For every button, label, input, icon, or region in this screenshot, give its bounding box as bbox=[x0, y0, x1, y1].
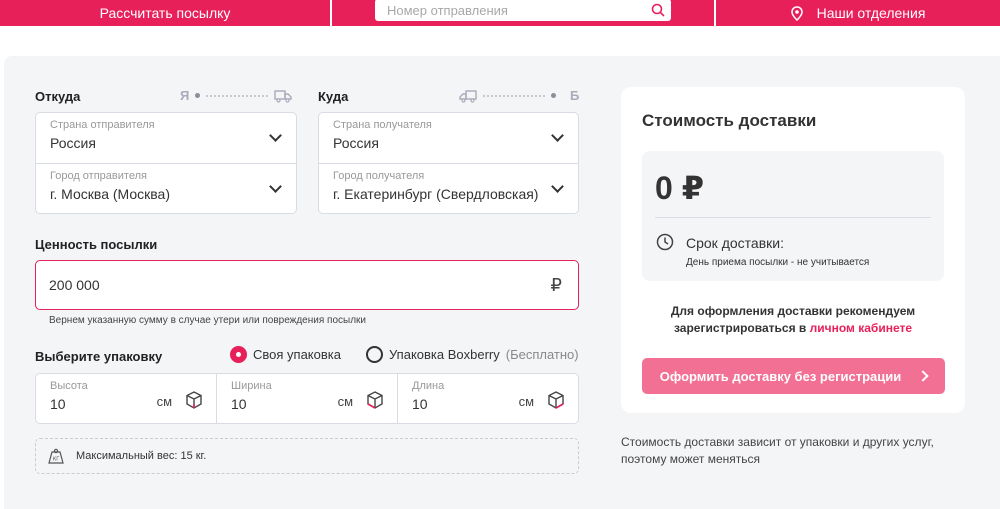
width-value: 10 bbox=[231, 396, 247, 412]
truck-icon bbox=[274, 89, 293, 103]
tracking-search-cell bbox=[332, 0, 716, 26]
width-input[interactable]: Ширина 10 см bbox=[216, 374, 397, 423]
recipient-country-select[interactable]: Страна получателя Россия bbox=[319, 113, 578, 163]
sender-city-select[interactable]: Город отправителя г. Москва (Москва) bbox=[36, 163, 296, 213]
sender-city-value: г. Москва (Москва) bbox=[50, 186, 170, 202]
from-route-indicator: Я bbox=[180, 88, 293, 103]
radio-own-packaging-label: Своя упаковка bbox=[253, 347, 341, 362]
length-label: Длина bbox=[412, 380, 445, 392]
radio-boxberry-packaging-label: Упаковка Boxberry bbox=[389, 347, 500, 362]
height-input[interactable]: Высота 10 см bbox=[36, 374, 216, 423]
sender-country-value: Россия bbox=[50, 135, 96, 151]
search-icon[interactable] bbox=[651, 3, 665, 17]
dimensions-fields: Высота 10 см Ширина 10 см Длина 10 см bbox=[35, 373, 579, 424]
delivery-term-note: День приема посылки - не учитывается bbox=[686, 257, 870, 268]
route-dot bbox=[195, 93, 201, 98]
order-button-label: Оформить доставку без регистрации bbox=[659, 368, 902, 384]
packaging-label: Выберите упаковку bbox=[35, 349, 163, 364]
recipient-city-select[interactable]: Город получателя г. Екатеринбург (Свердл… bbox=[319, 163, 578, 213]
route-end-letter: Б bbox=[570, 88, 580, 103]
our-offices-link[interactable]: Наши отделения bbox=[716, 0, 1000, 26]
calculate-parcel-link[interactable]: Рассчитать посылку bbox=[0, 0, 332, 26]
max-weight-text: Максимальный вес: 15 кг. bbox=[76, 450, 207, 462]
sender-country-label: Страна отправителя bbox=[50, 119, 155, 131]
parcel-value-input[interactable]: 200 000 ₽ bbox=[35, 260, 579, 310]
clock-icon bbox=[656, 233, 674, 251]
truck-icon bbox=[459, 89, 477, 103]
location-pin-icon bbox=[790, 5, 803, 21]
from-label: Откуда bbox=[35, 89, 81, 104]
box-icon bbox=[548, 391, 564, 409]
radio-boxberry-packaging[interactable]: Упаковка Boxberry (Бесплатно) bbox=[366, 346, 579, 363]
chevron-right-icon bbox=[917, 370, 929, 382]
box-icon bbox=[186, 391, 202, 409]
radio-unchecked-icon bbox=[366, 346, 383, 363]
personal-account-link[interactable]: личном кабинете bbox=[810, 321, 912, 335]
width-label: Ширина bbox=[231, 380, 272, 392]
parcel-value-label: Ценность посылки bbox=[35, 237, 158, 252]
cost-disclaimer: Стоимость доставки зависит от упаковки и… bbox=[621, 435, 934, 466]
length-input[interactable]: Длина 10 см bbox=[397, 374, 578, 423]
tracking-search-box bbox=[375, 0, 671, 21]
to-label: Куда bbox=[318, 89, 349, 104]
delivery-cost-summary: 0 ₽ Срок доставки: День приема посылки -… bbox=[642, 151, 944, 281]
route-dot bbox=[551, 93, 556, 98]
length-unit: см bbox=[518, 394, 534, 409]
height-value: 10 bbox=[50, 396, 66, 412]
radio-boxberry-note: (Бесплатно) bbox=[505, 347, 579, 362]
radio-own-packaging[interactable]: Своя упаковка bbox=[230, 346, 341, 363]
route-start-letter: Я bbox=[180, 88, 190, 103]
radio-checked-icon bbox=[230, 346, 247, 363]
route-dotted-line bbox=[483, 94, 545, 97]
recipient-city-label: Город получателя bbox=[333, 170, 425, 182]
divider bbox=[655, 217, 931, 218]
length-value: 10 bbox=[412, 396, 428, 412]
recipient-country-value: Россия bbox=[333, 135, 379, 151]
width-unit: см bbox=[337, 394, 353, 409]
parcel-value-note: Вернем указанную сумму в случае утери ил… bbox=[49, 315, 366, 326]
weight-icon: КГ bbox=[48, 448, 64, 464]
order-without-registration-button[interactable]: Оформить доставку без регистрации bbox=[642, 358, 945, 394]
sender-city-label: Город отправителя bbox=[50, 170, 147, 182]
height-label: Высота bbox=[50, 380, 88, 392]
to-route-indicator: Б bbox=[459, 88, 579, 103]
delivery-price: 0 ₽ bbox=[655, 170, 704, 206]
delivery-term-label: Срок доставки: bbox=[686, 235, 784, 251]
from-fields: Страна отправителя Россия Город отправит… bbox=[35, 112, 297, 214]
sender-country-select[interactable]: Страна отправителя Россия bbox=[36, 113, 296, 163]
weight-icon-text: КГ bbox=[53, 457, 60, 463]
parcel-value-text: 200 000 bbox=[49, 277, 100, 293]
our-offices-label: Наши отделения bbox=[816, 5, 926, 21]
calculate-parcel-label: Рассчитать посылку bbox=[99, 5, 231, 21]
delivery-cost-card: Стоимость доставки 0 ₽ Срок доставки: Де… bbox=[621, 87, 965, 413]
register-recommendation: Для оформления доставки рекомендуем заре… bbox=[641, 303, 945, 337]
route-dotted-line bbox=[206, 94, 269, 97]
tracking-number-input[interactable] bbox=[387, 2, 627, 18]
box-icon bbox=[367, 391, 383, 409]
delivery-cost-title: Стоимость доставки bbox=[642, 111, 817, 130]
height-unit: см bbox=[156, 394, 172, 409]
recipient-country-label: Страна получателя bbox=[333, 119, 432, 131]
ruble-icon: ₽ bbox=[550, 274, 562, 295]
to-fields: Страна получателя Россия Город получател… bbox=[318, 112, 579, 214]
recipient-city-value: г. Екатеринбург (Свердловская) bbox=[333, 186, 539, 202]
top-nav-bar: Рассчитать посылку Наши отделения bbox=[0, 0, 1000, 26]
max-weight-info: КГ Максимальный вес: 15 кг. bbox=[35, 438, 579, 474]
calculator-panel: Откуда Я Страна отправителя Россия Город… bbox=[4, 56, 1000, 509]
